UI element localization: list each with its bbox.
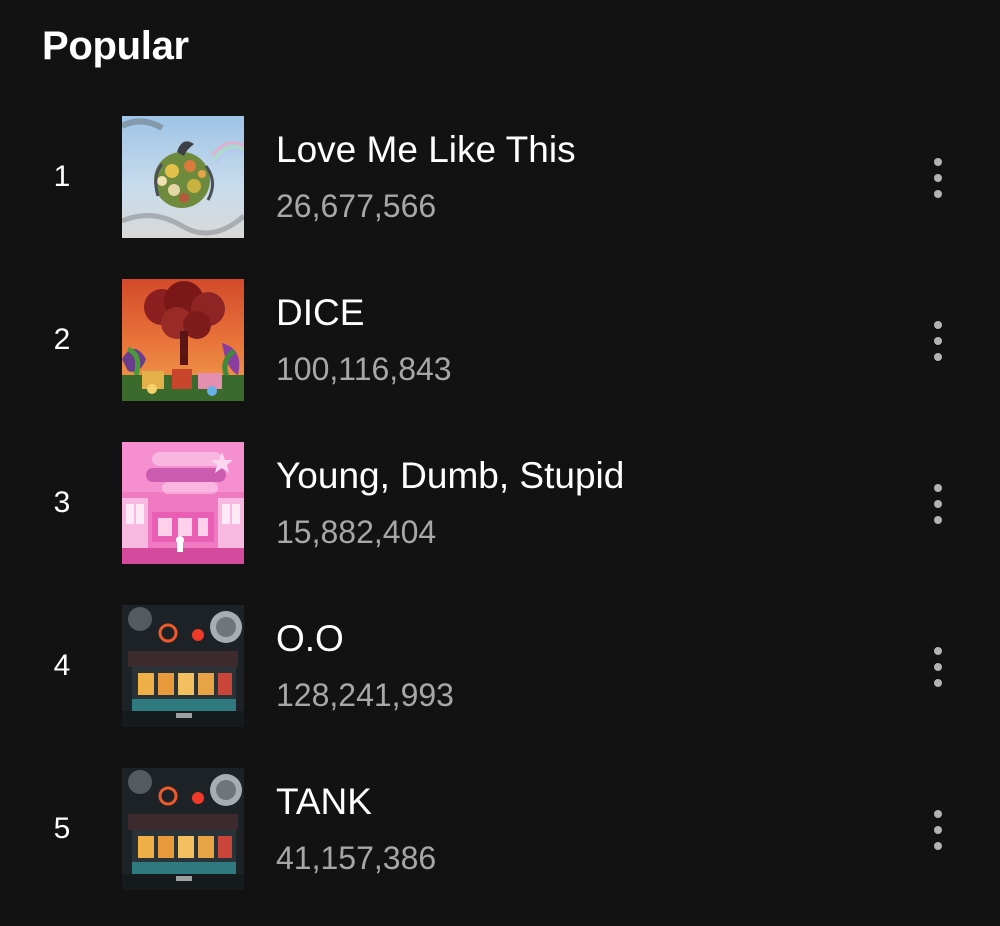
pink-room-album-art-icon (122, 442, 244, 564)
track-rank: 5 (53, 812, 71, 845)
more-options-button[interactable] (918, 148, 958, 208)
track-rank: 1 (53, 160, 71, 193)
track-row[interactable]: 2 DICE 100,116,843 (0, 279, 1000, 403)
play-count: 128,241,993 (276, 677, 454, 713)
track-rank: 3 (53, 486, 71, 519)
track-title[interactable]: Young, Dumb, Stupid (276, 454, 624, 498)
more-options-button[interactable] (918, 474, 958, 534)
floral-sphere-album-art-icon (122, 116, 244, 238)
play-count: 100,116,843 (276, 351, 452, 387)
more-vertical-icon (934, 810, 942, 818)
more-options-button[interactable] (918, 311, 958, 371)
more-options-button[interactable] (918, 637, 958, 697)
track-row[interactable]: 5 TANK 41,157,386 (0, 768, 1000, 892)
more-vertical-icon-dot (934, 353, 942, 361)
play-count: 26,677,566 (276, 188, 437, 224)
album-cover (122, 768, 244, 890)
track-title[interactable]: O.O (276, 617, 344, 661)
track-title[interactable]: TANK (276, 780, 372, 824)
more-vertical-icon-dot (934, 826, 942, 834)
album-cover (122, 442, 244, 564)
album-cover (122, 605, 244, 727)
track-title[interactable]: Love Me Like This (276, 128, 576, 172)
more-vertical-icon (934, 484, 942, 492)
play-count: 15,882,404 (276, 514, 437, 550)
track-row[interactable]: 4 O.O 128,241,993 (0, 605, 1000, 729)
track-rank: 4 (53, 649, 71, 682)
album-cover (122, 116, 244, 238)
red-smoke-album-art-icon (122, 279, 244, 401)
more-vertical-icon-dot (934, 500, 942, 508)
more-vertical-icon-dot (934, 679, 942, 687)
more-vertical-icon-dot (934, 516, 942, 524)
play-count: 41,157,386 (276, 840, 437, 876)
more-vertical-icon (934, 158, 942, 166)
more-vertical-icon-dot (934, 174, 942, 182)
track-row[interactable]: 1 Love Me Like This 26,677,566 (0, 116, 1000, 240)
track-list: 1 Love Me Like This 26,677,566 2 DICE 10… (0, 0, 1000, 926)
track-row[interactable]: 3 Young, Dumb, Stupid 15,882,404 (0, 442, 1000, 566)
album-cover (122, 279, 244, 401)
more-vertical-icon-dot (934, 842, 942, 850)
more-vertical-icon-dot (934, 337, 942, 345)
more-options-button[interactable] (918, 800, 958, 860)
more-vertical-icon (934, 647, 942, 655)
more-vertical-icon (934, 321, 942, 329)
more-vertical-icon-dot (934, 663, 942, 671)
more-vertical-icon-dot (934, 190, 942, 198)
night-storefront-album-art-icon (122, 605, 244, 727)
night-storefront-album-art-icon (122, 768, 244, 890)
track-rank: 2 (53, 323, 71, 356)
track-title[interactable]: DICE (276, 291, 364, 335)
